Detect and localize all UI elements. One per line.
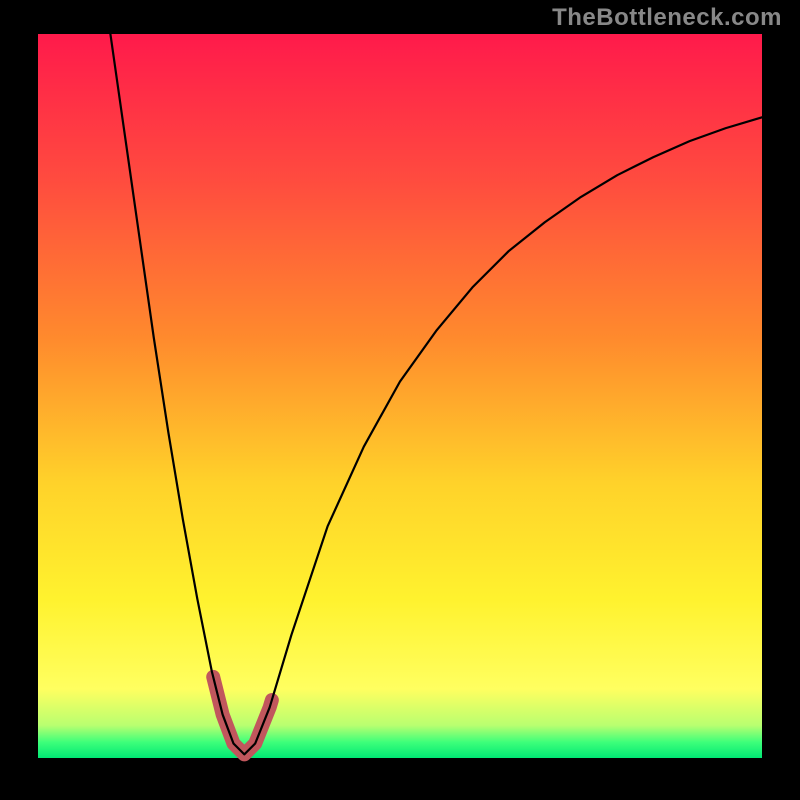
plot-background	[38, 34, 762, 758]
chart-frame: { "watermark": "TheBottleneck.com", "col…	[0, 0, 800, 800]
bottleneck-chart	[0, 0, 800, 800]
watermark-text: TheBottleneck.com	[552, 4, 782, 32]
